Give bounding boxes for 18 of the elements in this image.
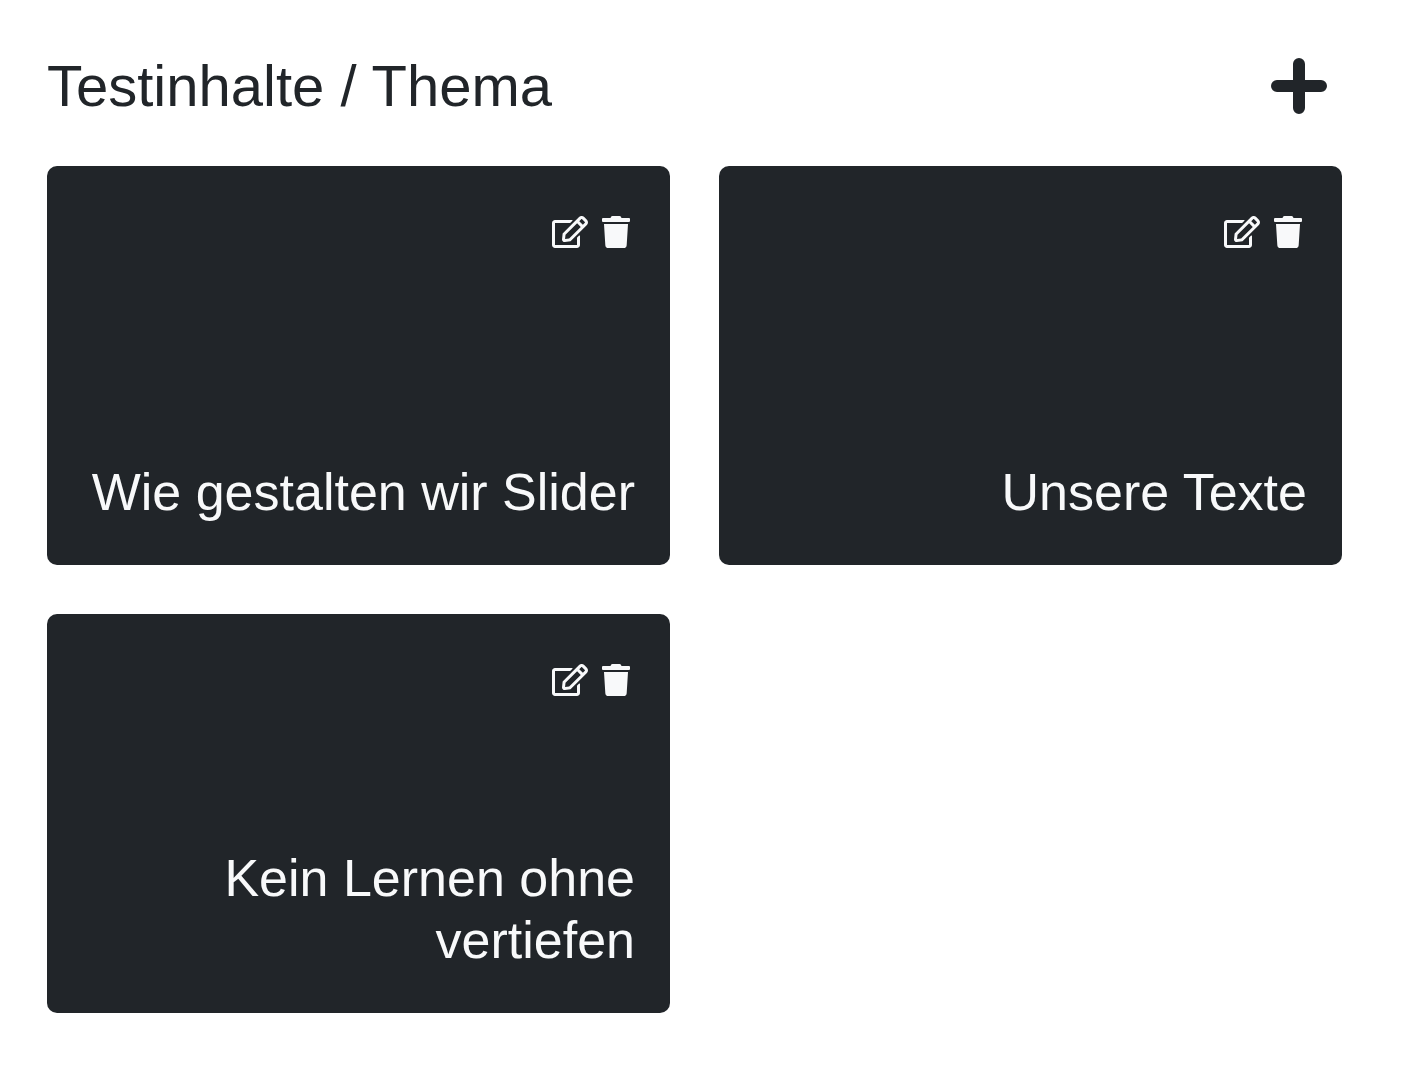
edit-button[interactable] [1224,216,1260,248]
trash-icon [602,216,630,248]
delete-button[interactable] [602,664,630,696]
delete-button[interactable] [1274,216,1302,248]
add-button[interactable] [1271,58,1327,114]
delete-button[interactable] [602,216,630,248]
edit-button[interactable] [552,216,588,248]
plus-icon [1271,58,1327,114]
trash-icon [602,664,630,696]
card-title: Unsere Texte [1000,462,1307,523]
topic-card[interactable]: Unsere Texte [719,166,1342,565]
page-title: Testinhalte / Thema [47,52,553,120]
edit-button[interactable] [552,664,588,696]
topic-card[interactable]: Kein Lernen ohne vertiefen [47,614,670,1013]
topic-card[interactable]: Wie gestalten wir Slider [47,166,670,565]
card-title: Kein Lernen ohne vertiefen [223,848,635,971]
trash-icon [1274,216,1302,248]
card-title: Wie gestalten wir Slider [90,462,635,523]
